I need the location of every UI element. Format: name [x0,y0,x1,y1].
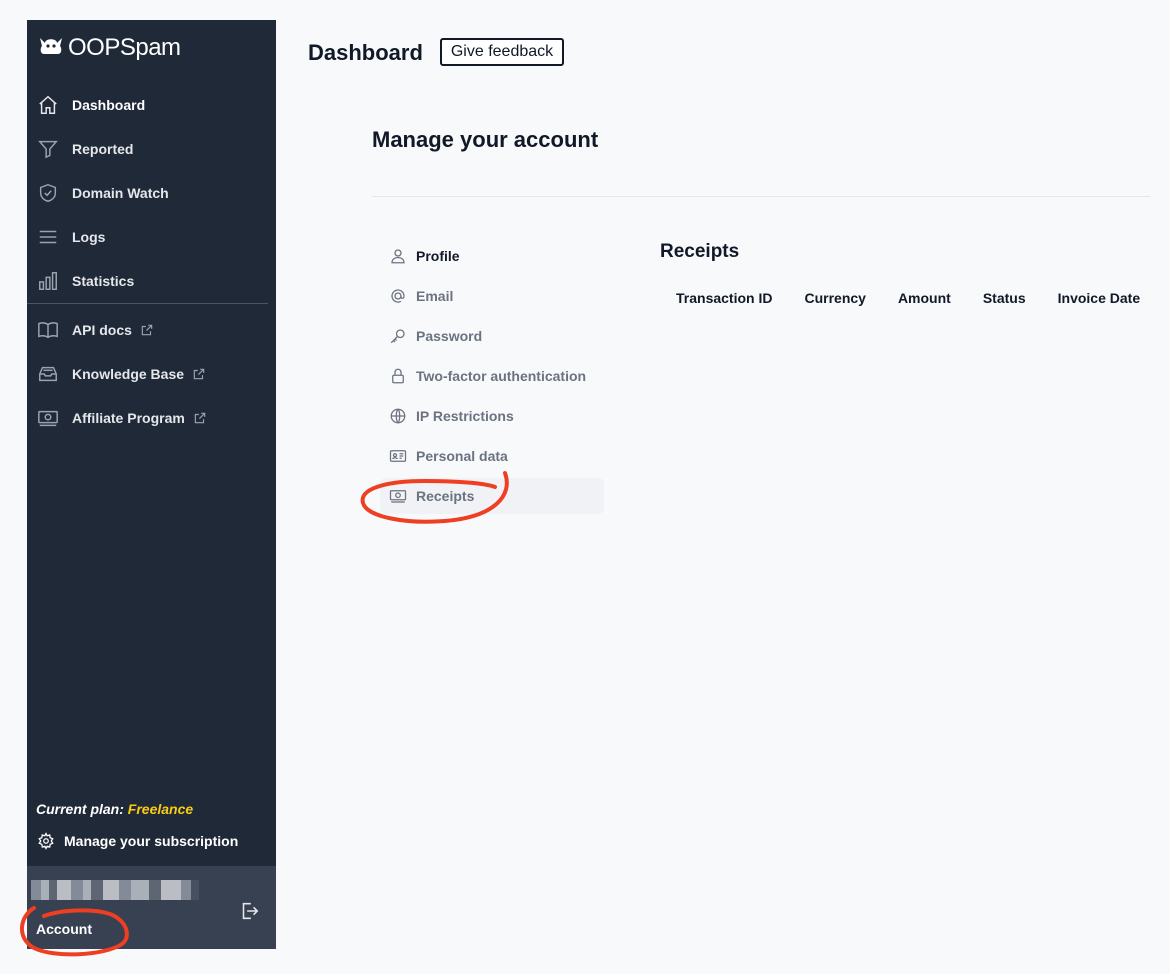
account-nav-two-factor[interactable]: Two-factor authentication [380,358,604,394]
home-icon [36,93,60,117]
sidebar-item-label: Reported [72,141,134,157]
manage-subscription-link[interactable]: Manage your subscription [36,828,238,854]
sidebar-divider [27,303,268,304]
account-nav-password[interactable]: Password [380,318,604,354]
external-link-icon [192,367,206,381]
sidebar-item-domain-watch[interactable]: Domain Watch [36,175,169,211]
sidebar-item-logs[interactable]: Logs [36,219,105,255]
give-feedback-button[interactable]: Give feedback [440,38,564,66]
bar-chart-icon [36,269,60,293]
account-nav-label: IP Restrictions [416,408,514,424]
account-section-title: Manage your account [372,127,599,152]
sidebar-item-label: Statistics [72,273,135,289]
redacted-user-email [31,880,199,900]
plan-prefix: Current plan: [36,801,124,817]
sidebar-link-label: Knowledge Base [72,366,185,382]
page-title: Dashboard [308,40,423,65]
account-nav-label: Personal data [416,448,508,464]
account-nav-personal-data[interactable]: Personal data [380,438,604,474]
external-link-icon [140,323,154,337]
account-panel[interactable]: Account [27,866,276,949]
at-sign-icon [388,286,408,306]
column-header[interactable]: Transaction ID [660,290,788,306]
globe-icon [388,406,408,426]
account-label: Account [36,921,92,937]
gear-icon [36,831,56,851]
logout-icon[interactable] [237,899,261,923]
key-icon [388,326,408,346]
account-nav-profile[interactable]: Profile [380,238,604,274]
section-divider [372,196,1150,197]
sidebar-link-label: Affiliate Program [72,410,185,426]
account-nav-label: Email [416,288,454,304]
lock-icon [388,366,408,386]
sidebar-link-label: API docs [72,322,132,338]
id-card-icon [388,446,408,466]
manage-subscription-label: Manage your subscription [64,833,239,849]
sidebar: OOPSpam Dashboard Reported Domain Watch … [27,20,276,949]
menu-lines-icon [36,225,60,249]
sidebar-item-label: Logs [72,229,106,245]
account-nav-label: Profile [416,248,460,264]
banknotes-icon [36,406,60,430]
account-nav-email[interactable]: Email [380,278,604,314]
sidebar-item-reported[interactable]: Reported [36,131,133,167]
account-nav-label: Two-factor authentication [416,368,587,384]
sidebar-link-knowledge-base[interactable]: Knowledge Base [36,356,206,392]
account-nav-receipts[interactable]: Receipts [380,478,604,514]
column-header[interactable]: Currency [788,290,881,306]
account-nav-label: Receipts [416,488,475,504]
current-plan: Current plan: Freelance [36,801,193,817]
column-header[interactable]: Status [967,290,1042,306]
shield-check-icon [36,181,60,205]
banknotes-icon [388,486,408,506]
column-header[interactable]: Amount [882,290,967,306]
ghost-logo-icon [36,34,66,63]
receipts-table-header: Transaction ID Currency Amount Status In… [660,290,1156,306]
receipts-title: Receipts [660,241,740,262]
column-header[interactable]: Invoice Date [1042,290,1156,306]
sidebar-link-affiliate-program[interactable]: Affiliate Program [36,400,207,436]
brand-name: OOPSpam [68,34,181,61]
account-nav-ip-restrictions[interactable]: IP Restrictions [380,398,604,434]
external-link-icon [193,411,207,425]
sidebar-link-api-docs[interactable]: API docs [36,312,154,348]
inbox-stack-icon [36,362,60,386]
plan-name: Freelance [127,801,194,817]
filter-icon [36,137,60,161]
account-nav-label: Password [416,328,483,344]
sidebar-item-statistics[interactable]: Statistics [36,263,134,299]
user-icon [388,246,408,266]
brand-logo[interactable]: OOPSpam [36,32,181,64]
book-open-icon [36,318,60,342]
sidebar-item-label: Domain Watch [72,185,169,201]
sidebar-item-label: Dashboard [72,97,146,113]
sidebar-item-dashboard[interactable]: Dashboard [36,87,145,123]
